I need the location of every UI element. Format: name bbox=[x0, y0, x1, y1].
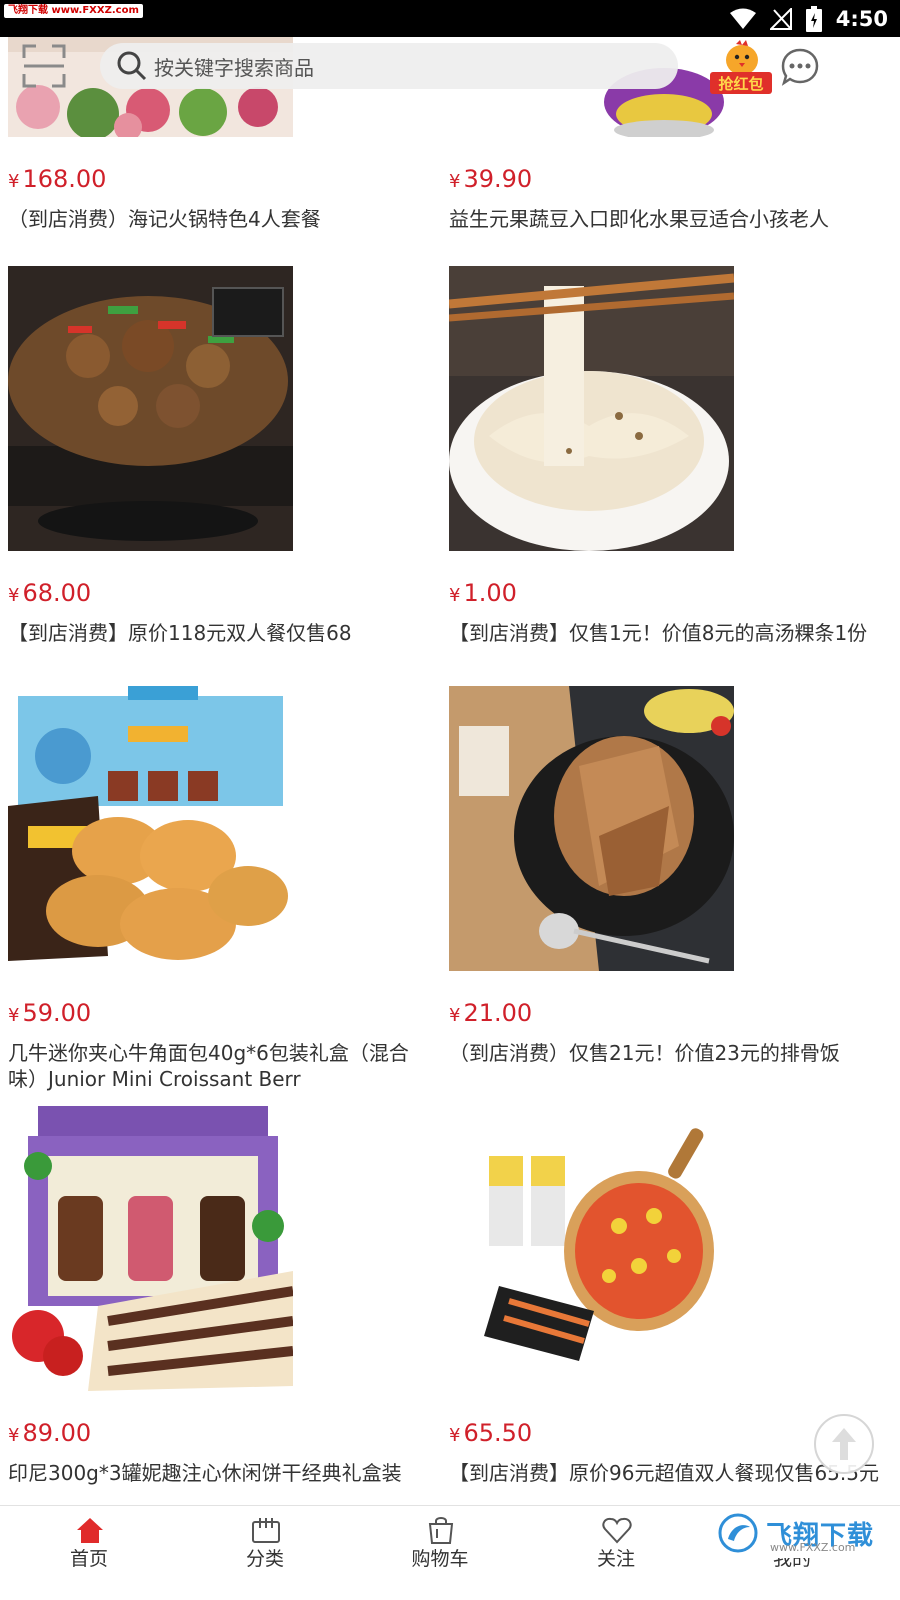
product-image[interactable] bbox=[449, 1106, 734, 1391]
nav-follow[interactable]: 关注 bbox=[566, 1506, 666, 1600]
home-icon bbox=[77, 1518, 103, 1543]
watermark-url: www.FXXZ.com bbox=[770, 1541, 856, 1554]
bottom-watermark: 飞翔下载 www.FXXZ.com bbox=[718, 1508, 876, 1558]
product-price: ¥168.00 bbox=[8, 165, 107, 193]
product-image[interactable] bbox=[8, 266, 293, 551]
nav-label-follow: 关注 bbox=[596, 1548, 635, 1570]
app-root: 飞翔下载 www.FXXZ.com 4:50 ¥ 168.00 （到店消费）海记… bbox=[0, 0, 900, 1600]
nav-label-category: 分类 bbox=[245, 1548, 284, 1570]
product-price: ¥89.00 bbox=[8, 1419, 92, 1447]
battery-icon bbox=[805, 5, 822, 32]
red-packet-button[interactable]: 抢红包 bbox=[708, 40, 774, 96]
signal-icon bbox=[769, 7, 792, 30]
nav-label-cart: 购物车 bbox=[411, 1548, 469, 1570]
status-time: 4:50 bbox=[835, 6, 888, 31]
chat-bubble-icon bbox=[781, 48, 819, 86]
product-title: （到店消费）海记火锅特色4人套餐 bbox=[8, 207, 321, 231]
scan-icon bbox=[22, 44, 66, 88]
product-card[interactable]: ¥39.90 益生元果蔬豆入口即化水果豆适合小孩老人 bbox=[441, 0, 881, 272]
product-title: （到店消费）仅售21元！价值23元的排骨饭 bbox=[449, 1041, 840, 1065]
product-card[interactable]: ¥68.00 【到店消费】原价118元双人餐仅售68 bbox=[0, 266, 440, 686]
search-bar[interactable]: 按关键字搜索商品 bbox=[100, 43, 678, 89]
product-price: ¥68.00 bbox=[8, 579, 92, 607]
product-image[interactable] bbox=[8, 1106, 293, 1391]
nav-cart[interactable]: 购物车 bbox=[390, 1506, 490, 1600]
product-image[interactable] bbox=[449, 686, 734, 971]
svg-text:抢红包: 抢红包 bbox=[718, 75, 763, 93]
product-title: 【到店消费】原价96元超值双人餐现仅售65.5元 bbox=[449, 1461, 879, 1485]
product-title: 益生元果蔬豆入口即化水果豆适合小孩老人 bbox=[449, 207, 829, 231]
chicken-red-packet-icon: 抢红包 bbox=[710, 40, 772, 94]
product-card[interactable]: ¥89.00 印尼300g*3罐妮趣注心休闲饼干经典礼盒装 bbox=[0, 1106, 440, 1526]
heart-icon bbox=[602, 1517, 632, 1544]
product-price: ¥21.00 bbox=[449, 999, 533, 1027]
product-price: ¥65.50 bbox=[449, 1419, 533, 1447]
product-card[interactable]: ¥168.00 （到店消费）海记火锅特色4人套餐 bbox=[0, 0, 440, 272]
message-button[interactable] bbox=[780, 47, 820, 87]
category-icon bbox=[252, 1518, 280, 1543]
product-image[interactable] bbox=[449, 266, 734, 551]
product-image[interactable] bbox=[8, 686, 293, 971]
search-icon bbox=[117, 51, 147, 81]
logo-icon bbox=[718, 1513, 758, 1553]
search-placeholder: 按关键字搜索商品 bbox=[154, 55, 314, 80]
nav-label-home: 首页 bbox=[69, 1548, 108, 1570]
scan-button[interactable] bbox=[22, 44, 66, 88]
product-card[interactable]: ¥21.00 （到店消费）仅售21元！价值23元的排骨饭 bbox=[441, 686, 881, 1106]
product-price: ¥39.90 bbox=[449, 165, 533, 193]
product-title: 【到店消费】原价118元双人餐仅售68 bbox=[8, 621, 352, 645]
nav-category[interactable]: 分类 bbox=[215, 1506, 315, 1600]
back-to-top-button[interactable] bbox=[814, 1414, 874, 1474]
product-title: 【到店消费】仅售1元！价值8元的高汤粿条1份 bbox=[449, 621, 868, 645]
status-bar: 飞翔下载 www.FXXZ.com 4:50 bbox=[0, 0, 900, 37]
product-card[interactable]: ¥1.00 【到店消费】仅售1元！价值8元的高汤粿条1份 bbox=[441, 266, 881, 686]
arrow-up-icon bbox=[832, 1428, 856, 1460]
product-card[interactable]: ¥65.50 【到店消费】原价96元超值双人餐现仅售65.5元 bbox=[441, 1106, 881, 1526]
nav-home[interactable]: 首页 bbox=[39, 1506, 139, 1600]
product-price: ¥59.00 bbox=[8, 999, 92, 1027]
cart-icon bbox=[428, 1517, 454, 1544]
wifi-icon bbox=[729, 8, 756, 29]
product-price: ¥1.00 bbox=[449, 579, 517, 607]
product-card[interactable]: ¥59.00 几牛迷你夹心牛角面包40g*6包装礼盒（混合味）Junior Mi… bbox=[0, 686, 440, 1106]
product-title: 几牛迷你夹心牛角面包40g*6包装礼盒（混合味）Junior Mini Croi… bbox=[8, 1041, 409, 1091]
product-title: 印尼300g*3罐妮趣注心休闲饼干经典礼盒装 bbox=[8, 1461, 402, 1485]
top-watermark: 飞翔下载 www.FXXZ.com bbox=[4, 4, 143, 18]
